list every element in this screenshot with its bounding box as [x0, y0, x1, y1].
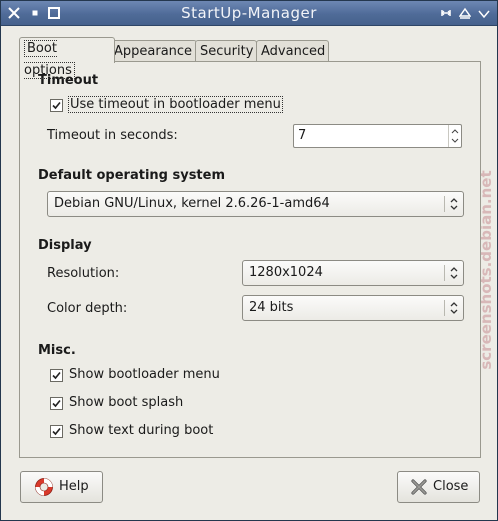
- title-bar[interactable]: StartUp-Manager: [1, 1, 497, 26]
- tab-boot-options-label: Boot options: [24, 40, 75, 79]
- show-boot-splash-checkbox[interactable]: [50, 397, 63, 410]
- tab-appearance[interactable]: Appearance: [109, 40, 197, 63]
- chevron-updown-icon: [450, 302, 458, 314]
- startup-manager-window: StartUp-Manager Boot options Appearance …: [0, 0, 498, 521]
- help-button[interactable]: Help: [20, 471, 103, 503]
- shade-icon[interactable]: [456, 4, 474, 22]
- color-depth-dropdown[interactable]: 24 bits: [242, 295, 464, 321]
- default-os-heading: Default operating system: [38, 168, 226, 183]
- minimize-icon[interactable]: [475, 4, 493, 22]
- combo-separator: [444, 265, 445, 281]
- use-timeout-checkbox[interactable]: [50, 99, 63, 112]
- check-icon: [52, 101, 61, 110]
- spin-up-down-icon: [451, 129, 459, 143]
- timeout-seconds-spinbox[interactable]: 7: [293, 124, 462, 148]
- timeout-seconds-label: Timeout in seconds:: [47, 128, 178, 143]
- check-icon: [52, 399, 61, 408]
- resize-icon[interactable]: [437, 4, 455, 22]
- resolution-value: 1280x1024: [249, 265, 323, 280]
- combo-separator: [444, 196, 445, 212]
- misc-heading: Misc.: [38, 343, 76, 358]
- timeout-seconds-value: 7: [298, 128, 307, 143]
- check-icon: [52, 427, 61, 436]
- default-os-dropdown[interactable]: Debian GNU/Linux, kernel 2.6.26-1-amd64: [47, 191, 464, 217]
- tab-advanced[interactable]: Advanced: [256, 40, 329, 63]
- boot-options-panel: Timeout Use timeout in bootloader menu T…: [19, 61, 481, 458]
- tab-boot-options[interactable]: Boot options: [19, 37, 115, 79]
- check-icon: [52, 371, 61, 380]
- window-title: StartUp-Manager: [181, 4, 317, 22]
- show-boot-splash-label[interactable]: Show boot splash: [69, 395, 183, 410]
- tab-appearance-label: Appearance: [114, 44, 193, 59]
- color-depth-value: 24 bits: [249, 300, 294, 315]
- display-heading: Display: [38, 238, 92, 253]
- use-timeout-label[interactable]: Use timeout in bootloader menu: [68, 96, 283, 113]
- spin-arrows[interactable]: [448, 125, 461, 147]
- show-text-during-boot-checkbox[interactable]: [50, 425, 63, 438]
- default-os-value: Debian GNU/Linux, kernel 2.6.26-1-amd64: [54, 196, 330, 211]
- chevron-updown-icon: [450, 267, 458, 279]
- close-button[interactable]: Close: [397, 471, 480, 503]
- color-depth-label: Color depth:: [47, 301, 128, 316]
- show-bootloader-menu-checkbox[interactable]: [50, 369, 63, 382]
- resolution-label: Resolution:: [47, 266, 120, 281]
- show-text-during-boot-label[interactable]: Show text during boot: [69, 423, 213, 438]
- show-bootloader-menu-label[interactable]: Show bootloader menu: [69, 367, 220, 382]
- close-label: Close: [433, 479, 469, 494]
- combo-separator: [444, 300, 445, 316]
- close-x-icon: [411, 479, 427, 495]
- resolution-dropdown[interactable]: 1280x1024: [242, 260, 464, 286]
- help-label: Help: [59, 479, 89, 494]
- use-timeout-text: Use timeout in bootloader menu: [68, 96, 283, 113]
- tab-security-label: Security: [200, 44, 254, 59]
- tab-advanced-label: Advanced: [261, 44, 326, 59]
- tab-security[interactable]: Security: [195, 40, 257, 63]
- lifebuoy-icon: [35, 478, 53, 496]
- chevron-updown-icon: [450, 198, 458, 210]
